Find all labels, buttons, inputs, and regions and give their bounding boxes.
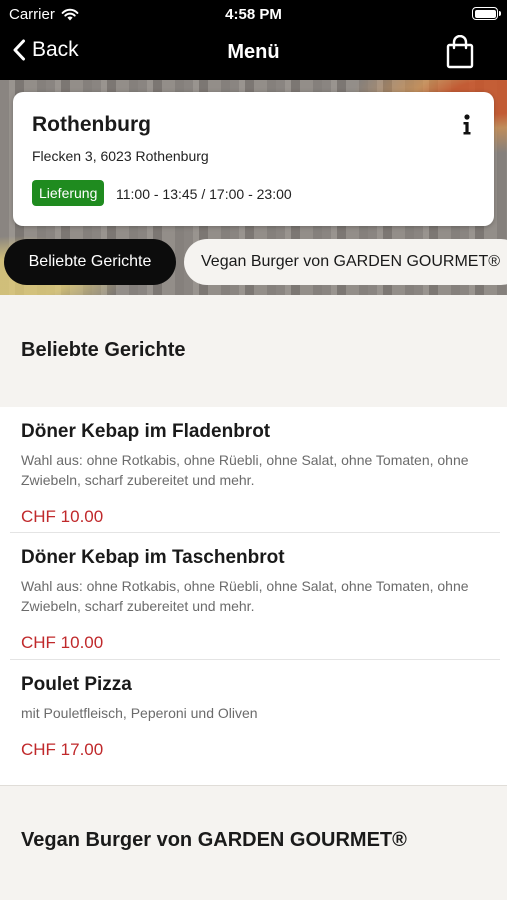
category-tab-vegan-burger[interactable]: Vegan Burger von GARDEN GOURMET®: [184, 239, 507, 285]
info-icon[interactable]: [459, 112, 475, 136]
menu-item-name: Poulet Pizza: [21, 674, 132, 695]
menu-item-list: Döner Kebap im Fladenbrot Wahl aus: ohne…: [0, 407, 507, 785]
delivery-badge: Lieferung: [32, 180, 105, 206]
menu-item-price: CHF 10.00: [21, 507, 104, 526]
menu-item-description: Wahl aus: ohne Rotkabis, ohne Rüebli, oh…: [21, 452, 469, 488]
menu-item[interactable]: Döner Kebap im Fladenbrot Wahl aus: ohne…: [0, 407, 507, 532]
status-bar: Carrier 4:58 PM: [0, 0, 507, 28]
section-header-beliebte-gerichte: Beliebte Gerichte: [0, 295, 507, 407]
category-tab-beliebte-gerichte[interactable]: Beliebte Gerichte: [4, 239, 176, 285]
battery-fill: [474, 9, 496, 18]
status-time: 4:58 PM: [225, 6, 282, 23]
menu-item-price: CHF 10.00: [21, 633, 104, 652]
opening-hours: 11:00 - 13:45 / 17:00 - 23:00: [116, 186, 292, 202]
app-header: Carrier 4:58 PM Back Menü: [0, 0, 507, 80]
section-title: Beliebte Gerichte: [21, 339, 186, 361]
page-title: Menü: [227, 41, 280, 63]
menu-item[interactable]: Poulet Pizza mit Pouletfleisch, Peperoni…: [0, 660, 507, 785]
menu-item-price: CHF 17.00: [21, 740, 104, 759]
menu-item-description: mit Pouletfleisch, Peperoni und Oliven: [21, 705, 258, 721]
cart-button[interactable]: [446, 34, 474, 74]
restaurant-card: Rothenburg Flecken 3, 6023 Rothenburg Li…: [13, 92, 494, 226]
menu-item-name: Döner Kebap im Taschenbrot: [21, 547, 285, 568]
nav-bar: Back Menü: [0, 28, 507, 78]
section-header-vegan-burger: Vegan Burger von GARDEN GOURMET®: [0, 786, 507, 900]
section-title: Vegan Burger von GARDEN GOURMET®: [21, 829, 407, 851]
restaurant-name: Rothenburg: [32, 113, 151, 136]
restaurant-address: Flecken 3, 6023 Rothenburg: [32, 148, 209, 164]
menu-item[interactable]: Döner Kebap im Taschenbrot Wahl aus: ohn…: [0, 533, 507, 659]
battery-icon: [472, 7, 501, 20]
shopping-bag-icon: [446, 34, 474, 69]
menu-item-name: Döner Kebap im Fladenbrot: [21, 421, 271, 442]
menu-item-description: Wahl aus: ohne Rotkabis, ohne Rüebli, oh…: [21, 578, 469, 614]
